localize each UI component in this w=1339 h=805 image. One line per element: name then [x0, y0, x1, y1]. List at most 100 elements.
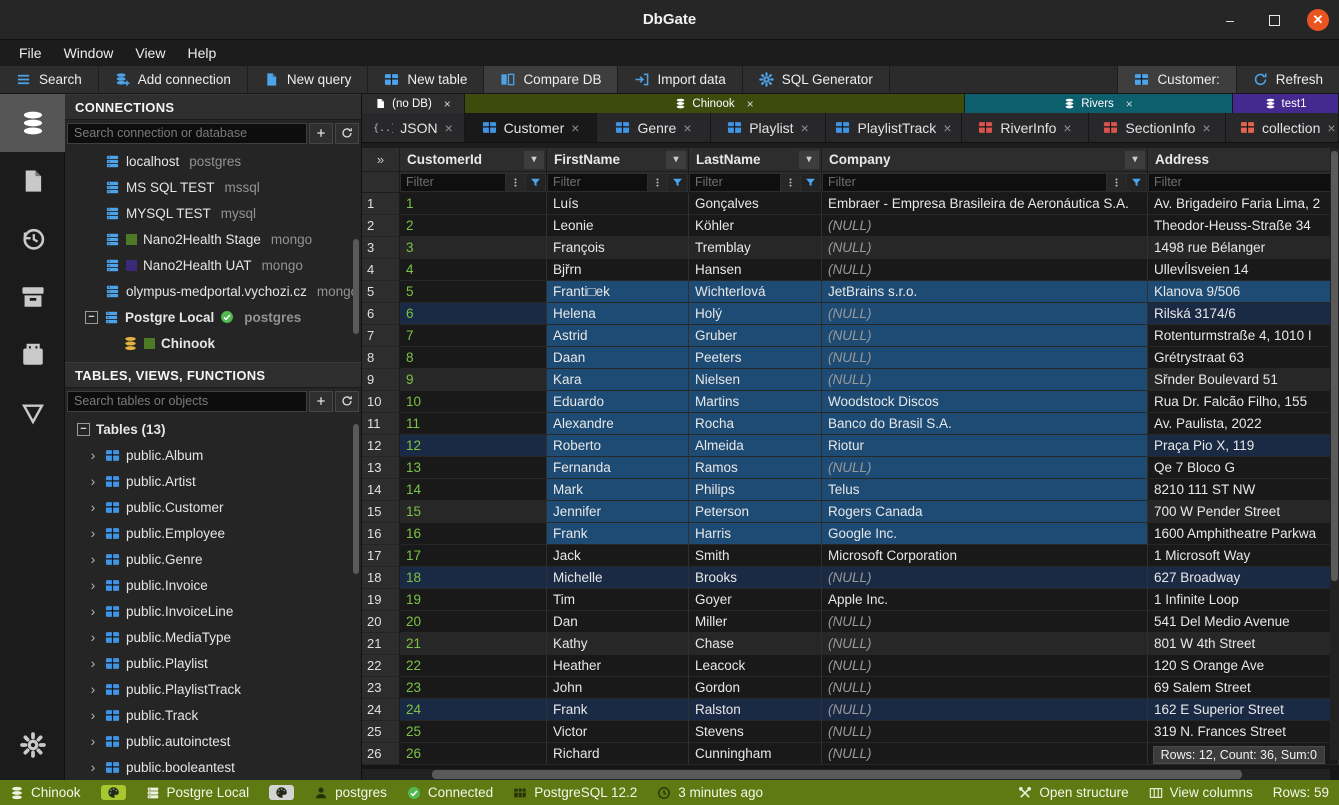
- cell-fn-21[interactable]: Kathy: [547, 633, 689, 655]
- cell-co-21[interactable]: (NULL): [822, 633, 1148, 655]
- cell-co-13[interactable]: (NULL): [822, 457, 1148, 479]
- toolbar-button-sql-generator[interactable]: SQL Generator: [743, 66, 890, 93]
- tables-search-input[interactable]: [67, 391, 307, 412]
- table-item-public-artist[interactable]: ›public.Artist: [65, 468, 361, 494]
- cell-fn-17[interactable]: Jack: [547, 545, 689, 567]
- cell-ad-12[interactable]: Praça Pio X, 119: [1148, 435, 1339, 457]
- toolbar-button-customer[interactable]: Customer:: [1117, 66, 1235, 93]
- cell-id-13[interactable]: 13: [400, 457, 547, 479]
- cell-ad-23[interactable]: 69 Salem Street: [1148, 677, 1339, 699]
- expand-columns-button[interactable]: »: [362, 148, 400, 172]
- cell-co-3[interactable]: (NULL): [822, 237, 1148, 259]
- cell-id-25[interactable]: 25: [400, 721, 547, 743]
- cell-co-19[interactable]: Apple Inc.: [822, 589, 1148, 611]
- connection-item-nano2health-uat[interactable]: Nano2Health UATmongo: [65, 252, 361, 278]
- cell-co-15[interactable]: Rogers Canada: [822, 501, 1148, 523]
- statusbar-item-connected[interactable]: Connected: [407, 785, 493, 800]
- table-item-public-invoice[interactable]: ›public.Invoice: [65, 572, 361, 598]
- cell-id-7[interactable]: 7: [400, 325, 547, 347]
- table-item-public-customer[interactable]: ›public.Customer: [65, 494, 361, 520]
- cell-id-10[interactable]: 10: [400, 391, 547, 413]
- row-number[interactable]: 5: [362, 281, 400, 303]
- cell-ad-8[interactable]: Grétrystraat 63: [1148, 347, 1339, 369]
- cell-ad-3[interactable]: 1498 rue Bélanger: [1148, 237, 1339, 259]
- row-number[interactable]: 24: [362, 699, 400, 721]
- connection-item-chinook[interactable]: Chinook: [65, 330, 361, 356]
- cell-ad-9[interactable]: Sřnder Boulevard 51: [1148, 369, 1339, 391]
- cell-ad-15[interactable]: 700 W Pender Street: [1148, 501, 1339, 523]
- cell-id-19[interactable]: 19: [400, 589, 547, 611]
- rail-history[interactable]: [0, 210, 65, 268]
- column-header-id[interactable]: CustomerId▾: [400, 148, 547, 172]
- cell-ln-6[interactable]: Holý: [689, 303, 822, 325]
- row-number[interactable]: 4: [362, 259, 400, 281]
- cell-ln-7[interactable]: Gruber: [689, 325, 822, 347]
- cell-ln-17[interactable]: Smith: [689, 545, 822, 567]
- row-number[interactable]: 25: [362, 721, 400, 743]
- rail-funnel[interactable]: [0, 384, 65, 442]
- table-item-public-genre[interactable]: ›public.Genre: [65, 546, 361, 572]
- connections-scrollbar[interactable]: [353, 239, 359, 334]
- cell-co-12[interactable]: Riotur: [822, 435, 1148, 457]
- cell-co-26[interactable]: (NULL): [822, 743, 1148, 765]
- filter-input-co[interactable]: [823, 174, 1106, 191]
- cell-ad-13[interactable]: Qe 7 Bloco G: [1148, 457, 1339, 479]
- toolbar-button-compare-db[interactable]: Compare DB: [484, 66, 618, 93]
- close-icon[interactable]: ×: [1327, 120, 1335, 136]
- row-number[interactable]: 7: [362, 325, 400, 347]
- cell-ad-18[interactable]: 627 Broadway: [1148, 567, 1339, 589]
- cell-co-8[interactable]: (NULL): [822, 347, 1148, 369]
- column-header-fn[interactable]: FirstName▾: [547, 148, 689, 172]
- cell-fn-3[interactable]: François: [547, 237, 689, 259]
- table-item-public-autoinctest[interactable]: ›public.autoinctest: [65, 728, 361, 754]
- connection-item-nano2health-stage[interactable]: Nano2Health Stagemongo: [65, 226, 361, 252]
- cell-co-11[interactable]: Banco do Brasil S.A.: [822, 413, 1148, 435]
- cell-ln-20[interactable]: Miller: [689, 611, 822, 633]
- add-connection-small-button[interactable]: [309, 123, 333, 144]
- cell-ln-24[interactable]: Ralston: [689, 699, 822, 721]
- cell-id-15[interactable]: 15: [400, 501, 547, 523]
- cell-ln-15[interactable]: Peterson: [689, 501, 822, 523]
- toolbar-button-new-query[interactable]: New query: [248, 66, 369, 93]
- rail-file[interactable]: [0, 152, 65, 210]
- row-number[interactable]: 13: [362, 457, 400, 479]
- add-table-small-button[interactable]: [309, 391, 333, 412]
- cell-fn-15[interactable]: Jennifer: [547, 501, 689, 523]
- cell-ad-6[interactable]: Rilská 3174/6: [1148, 303, 1339, 325]
- grid-horizontal-scrollbar-thumb[interactable]: [432, 770, 1242, 779]
- row-number[interactable]: 16: [362, 523, 400, 545]
- filter-funnel-button[interactable]: [801, 174, 820, 191]
- cell-fn-16[interactable]: Frank: [547, 523, 689, 545]
- close-icon[interactable]: ×: [943, 120, 951, 136]
- cell-id-5[interactable]: 5: [400, 281, 547, 303]
- connection-item-ms-sql-test[interactable]: MS SQL TESTmssql: [65, 174, 361, 200]
- table-item-public-employee[interactable]: ›public.Employee: [65, 520, 361, 546]
- column-dropdown-button[interactable]: ▾: [666, 151, 686, 169]
- cell-co-14[interactable]: Telus: [822, 479, 1148, 501]
- close-icon[interactable]: ×: [571, 120, 579, 136]
- cell-ln-14[interactable]: Philips: [689, 479, 822, 501]
- cell-fn-19[interactable]: Tim: [547, 589, 689, 611]
- filter-input-ad[interactable]: [1149, 174, 1337, 191]
- refresh-connections-button[interactable]: [335, 123, 359, 144]
- statusbar-item-postgres[interactable]: postgres: [314, 785, 387, 800]
- statusbar-palette-badge[interactable]: [101, 785, 126, 800]
- cell-co-4[interactable]: (NULL): [822, 259, 1148, 281]
- cell-id-6[interactable]: 6: [400, 303, 547, 325]
- column-dropdown-button[interactable]: ▾: [799, 151, 819, 169]
- table-item-public-playlisttrack[interactable]: ›public.PlaylistTrack: [65, 676, 361, 702]
- cell-id-18[interactable]: 18: [400, 567, 547, 589]
- statusbar-item-rows-59[interactable]: Rows: 59: [1273, 785, 1329, 800]
- cell-id-9[interactable]: 9: [400, 369, 547, 391]
- cell-ad-1[interactable]: Av. Brigadeiro Faria Lima, 2: [1148, 193, 1339, 215]
- cell-ad-5[interactable]: Klanova 9/506: [1148, 281, 1339, 303]
- filter-menu-button[interactable]: [648, 174, 667, 191]
- cell-ln-8[interactable]: Peeters: [689, 347, 822, 369]
- cell-co-24[interactable]: (NULL): [822, 699, 1148, 721]
- row-number[interactable]: 8: [362, 347, 400, 369]
- cell-fn-13[interactable]: Fernanda: [547, 457, 689, 479]
- cell-co-10[interactable]: Woodstock Discos: [822, 391, 1148, 413]
- cell-co-6[interactable]: (NULL): [822, 303, 1148, 325]
- cell-fn-25[interactable]: Victor: [547, 721, 689, 743]
- row-number[interactable]: 18: [362, 567, 400, 589]
